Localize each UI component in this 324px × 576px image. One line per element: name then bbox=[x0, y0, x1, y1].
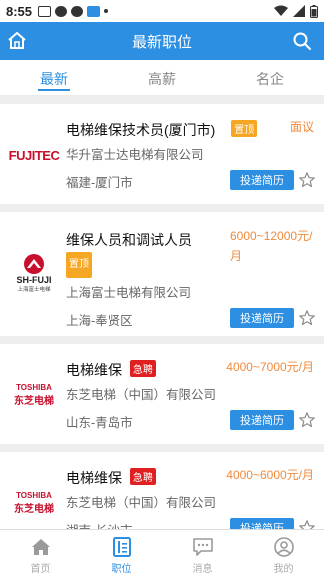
message-icon bbox=[192, 538, 213, 556]
logo-subtext: 东芝电梯 bbox=[14, 396, 54, 407]
company-logo: TOSHIBA 东芝电梯 bbox=[8, 372, 60, 418]
company-logo: TOSHIBA 东芝电梯 bbox=[8, 480, 60, 526]
star-icon[interactable] bbox=[298, 411, 316, 429]
app-bar: 最新职位 bbox=[0, 22, 324, 60]
home-icon bbox=[31, 539, 50, 555]
apply-resume-button[interactable]: 投递简历 bbox=[230, 410, 294, 430]
salary-line1: 6000~12000元/ bbox=[230, 229, 313, 243]
star-icon[interactable] bbox=[298, 171, 316, 189]
job-card[interactable]: TOSHIBA 东芝电梯 电梯维保 急聘 4000~7000元/月 东芝电梯（中… bbox=[0, 344, 324, 444]
company-logo: SH-FUJI 上海富士电梯 bbox=[8, 250, 60, 296]
job-title: 电梯维保 急聘 bbox=[66, 360, 156, 380]
logo-subtext: 东芝电梯 bbox=[14, 504, 54, 515]
company-name: 东芝电梯（中国）有限公司 bbox=[66, 496, 217, 510]
page-title: 最新职位 bbox=[131, 33, 192, 51]
chat-icon bbox=[55, 5, 68, 17]
document-icon bbox=[112, 537, 131, 557]
job-title: 维保人员和调试人员 置顶 bbox=[66, 228, 216, 278]
dot-icon bbox=[104, 9, 109, 13]
nav-item-jobs[interactable]: 职位 bbox=[81, 530, 162, 576]
salary-line2: 月 bbox=[230, 249, 243, 263]
pinned-badge: 置顶 bbox=[231, 120, 258, 137]
apply-resume-button[interactable]: 投递简历 bbox=[230, 170, 294, 190]
job-title-text: 电梯维保技术员(厦门市) bbox=[66, 122, 216, 138]
job-location: 山东-青岛市 bbox=[66, 416, 133, 430]
tab-latest[interactable]: 最新 bbox=[0, 60, 108, 95]
company-logo: FUJITEC bbox=[8, 132, 60, 178]
app-icon bbox=[87, 5, 101, 17]
chat-icon bbox=[71, 5, 84, 17]
job-card[interactable]: SH-FUJI 上海富士电梯 维保人员和调试人员 置顶 6000~12000元/… bbox=[0, 212, 324, 336]
company-name: 上海富士电梯有限公司 bbox=[66, 286, 192, 300]
company-name: 华升富士达电梯有限公司 bbox=[66, 148, 204, 162]
urgent-badge: 急聘 bbox=[129, 360, 156, 377]
apply-resume-button[interactable]: 投递简历 bbox=[230, 308, 294, 328]
job-title-text: 电梯维保 bbox=[66, 470, 122, 486]
logo-text: TOSHIBA bbox=[16, 383, 52, 392]
urgent-badge: 急聘 bbox=[129, 468, 156, 485]
tab-famous-company[interactable]: 名企 bbox=[216, 60, 324, 95]
job-title-text: 维保人员和调试人员 bbox=[66, 232, 192, 248]
salary: 6000~12000元/ 月 bbox=[230, 226, 316, 266]
status-bar: 8:55 bbox=[0, 0, 324, 22]
salary: 面议 bbox=[289, 120, 314, 134]
tab-high-salary[interactable]: 高薪 bbox=[108, 60, 216, 95]
company-name: 东芝电梯（中国）有限公司 bbox=[66, 388, 217, 402]
nav-label: 首页 bbox=[30, 564, 51, 575]
salary: 4000~7000元/月 bbox=[226, 360, 314, 374]
search-icon[interactable] bbox=[292, 31, 312, 51]
user-icon bbox=[273, 537, 294, 557]
logo-text: TOSHIBA bbox=[16, 491, 52, 500]
job-card[interactable]: FUJITEC 电梯维保技术员(厦门市) 置顶 面议 华升富士达电梯有限公司 福… bbox=[0, 104, 324, 204]
battery-icon bbox=[310, 4, 318, 18]
status-time: 8:55 bbox=[6, 3, 33, 19]
star-icon[interactable] bbox=[298, 309, 316, 327]
salary: 4000~6000元/月 bbox=[226, 468, 314, 482]
job-location: 福建-厦门市 bbox=[66, 176, 133, 190]
job-location: 上海-奉贤区 bbox=[66, 314, 133, 328]
app-root: 8:55 最新职位 最新 高薪 名企 FUJITEC 电梯维保技术员(厦门市) … bbox=[0, 0, 324, 576]
pinned-badge: 置顶 bbox=[66, 252, 92, 278]
home-icon[interactable] bbox=[6, 30, 28, 52]
wifi-icon bbox=[274, 5, 288, 16]
status-right bbox=[274, 4, 318, 18]
nav-item-messages[interactable]: 消息 bbox=[162, 530, 243, 576]
nav-label: 消息 bbox=[192, 564, 213, 575]
job-title-text: 电梯维保 bbox=[66, 362, 122, 378]
job-title: 电梯维保技术员(厦门市) 置顶 bbox=[66, 120, 258, 140]
nav-item-profile[interactable]: 我的 bbox=[243, 530, 324, 576]
mail-icon bbox=[38, 5, 52, 17]
nav-item-home[interactable]: 首页 bbox=[0, 530, 81, 576]
logo-text: FUJITEC bbox=[8, 147, 60, 163]
nav-label: 我的 bbox=[273, 564, 294, 575]
job-title: 电梯维保 急聘 bbox=[66, 468, 156, 488]
sh-fuji-emblem-icon bbox=[24, 254, 44, 274]
tab-bar: 最新 高薪 名企 bbox=[0, 60, 324, 96]
signal-icon bbox=[293, 5, 305, 17]
bottom-nav: 首页 职位 消息 我的 bbox=[0, 529, 324, 576]
nav-label: 职位 bbox=[111, 564, 132, 575]
job-list: FUJITEC 电梯维保技术员(厦门市) 置顶 面议 华升富士达电梯有限公司 福… bbox=[0, 104, 324, 560]
logo-subtext: 上海富士电梯 bbox=[17, 287, 51, 293]
logo-text: SH-FUJI bbox=[16, 275, 52, 285]
